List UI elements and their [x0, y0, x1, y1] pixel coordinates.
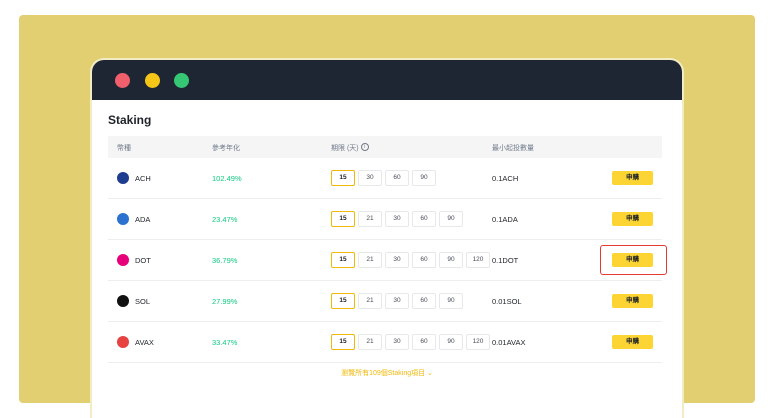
header-apy: 參考年化	[212, 145, 240, 152]
subscribe-button[interactable]: 申購	[612, 335, 653, 349]
duration-option-60[interactable]: 60	[412, 211, 436, 227]
duration-option-60[interactable]: 60	[385, 170, 409, 186]
coin-name: SOL	[135, 297, 151, 306]
duration-option-30[interactable]: 30	[385, 334, 409, 350]
header-coin: 幣種	[117, 145, 131, 152]
subscribe-button[interactable]: 申購	[612, 253, 653, 267]
apy-value: 27.99%	[212, 297, 238, 306]
window-titlebar	[92, 60, 682, 100]
duration-option-30[interactable]: 30	[385, 293, 409, 309]
duration-option-30[interactable]: 30	[385, 252, 409, 268]
table-row: DOT 36.79% 15 21 30 60 90 120 0.1DOT 申購	[108, 240, 662, 281]
duration-option-15[interactable]: 15	[331, 170, 355, 186]
minimize-window-button[interactable]	[145, 73, 160, 88]
info-icon[interactable]: i	[360, 143, 369, 152]
close-window-button[interactable]	[115, 73, 130, 88]
min-amount: 0.1ACH	[492, 174, 519, 183]
min-amount: 0.01AVAX	[492, 338, 526, 347]
duration-option-15[interactable]: 15	[331, 293, 355, 309]
view-all-link[interactable]: 瀏覽所有109個Staking項目 ⌄	[92, 368, 682, 378]
duration-option-15[interactable]: 15	[331, 252, 355, 268]
ach-icon	[117, 172, 129, 184]
subscribe-button[interactable]: 申購	[612, 294, 653, 308]
apy-value: 33.47%	[212, 338, 238, 347]
duration-option-60[interactable]: 60	[412, 252, 436, 268]
duration-option-15[interactable]: 15	[331, 211, 355, 227]
apy-value: 23.47%	[212, 215, 238, 224]
duration-option-21[interactable]: 21	[358, 293, 382, 309]
min-amount: 0.01SOL	[492, 297, 522, 306]
duration-option-21[interactable]: 21	[358, 211, 382, 227]
page-title: Staking	[108, 113, 152, 127]
duration-option-90[interactable]: 90	[439, 293, 463, 309]
duration-option-30[interactable]: 30	[385, 211, 409, 227]
subscribe-button[interactable]: 申購	[612, 212, 653, 226]
duration-option-15[interactable]: 15	[331, 334, 355, 350]
duration-option-90[interactable]: 90	[439, 334, 463, 350]
table-row: AVAX 33.47% 15 21 30 60 90 120 0.01AVAX 申購	[108, 322, 662, 363]
header-duration: 期限 (天) i	[331, 143, 369, 153]
duration-option-90[interactable]: 90	[412, 170, 436, 186]
apy-value: 36.79%	[212, 256, 238, 265]
table-header: 幣種 參考年化 期限 (天) i 最小起投數量	[108, 136, 662, 158]
duration-option-30[interactable]: 30	[358, 170, 382, 186]
table-row: SOL 27.99% 15 21 30 60 90 0.01SOL 申購	[108, 281, 662, 322]
duration-option-21[interactable]: 21	[358, 334, 382, 350]
duration-option-90[interactable]: 90	[439, 252, 463, 268]
browser-window: Staking 幣種 參考年化 期限 (天) i 最小起投數量 ACH 102.49…	[92, 60, 682, 418]
duration-option-21[interactable]: 21	[358, 252, 382, 268]
duration-option-60[interactable]: 60	[412, 293, 436, 309]
avax-icon	[117, 336, 129, 348]
duration-option-90[interactable]: 90	[439, 211, 463, 227]
duration-option-120[interactable]: 120	[466, 334, 490, 350]
duration-option-60[interactable]: 60	[412, 334, 436, 350]
coin-name: ACH	[135, 174, 151, 183]
min-amount: 0.1ADA	[492, 215, 518, 224]
maximize-window-button[interactable]	[174, 73, 189, 88]
apy-value: 102.49%	[212, 174, 242, 183]
header-duration-label: 期限 (天)	[331, 145, 359, 152]
ada-icon	[117, 213, 129, 225]
coin-name: AVAX	[135, 338, 154, 347]
table-row: ACH 102.49% 15 30 60 90 0.1ACH 申購	[108, 158, 662, 199]
duration-option-120[interactable]: 120	[466, 252, 490, 268]
subscribe-button[interactable]: 申購	[612, 171, 653, 185]
min-amount: 0.1DOT	[492, 256, 519, 265]
dot-icon	[117, 254, 129, 266]
header-min-amount: 最小起投數量	[492, 145, 534, 152]
coin-name: ADA	[135, 215, 151, 224]
coin-name: DOT	[135, 256, 151, 265]
sol-icon	[117, 295, 129, 307]
table-row: ADA 23.47% 15 21 30 60 90 0.1ADA 申購	[108, 199, 662, 240]
